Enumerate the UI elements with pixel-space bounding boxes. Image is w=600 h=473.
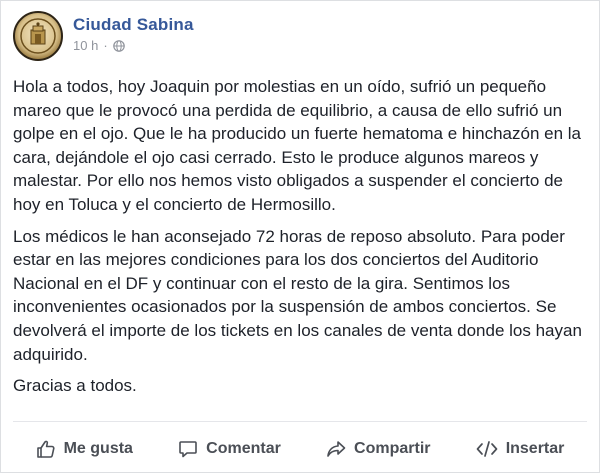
like-button[interactable]: Me gusta bbox=[28, 435, 141, 463]
post-paragraph-1: Hola a todos, hoy Joaquin por molestias … bbox=[13, 77, 582, 214]
share-button[interactable]: Compartir bbox=[318, 435, 438, 463]
facebook-post: Ciudad Sabina 10 h · Hola a todos, hoy J… bbox=[0, 0, 600, 473]
comment-button-label: Comentar bbox=[206, 440, 281, 457]
post-header: Ciudad Sabina 10 h · bbox=[13, 11, 194, 63]
post-paragraph-3: Gracias a todos. bbox=[13, 376, 137, 396]
share-arrow-icon bbox=[327, 441, 346, 457]
post-subline: 10 h · bbox=[73, 38, 194, 54]
post-actions: Me gusta Comentar Compartir Insertar bbox=[13, 429, 587, 469]
code-brackets-icon bbox=[476, 441, 498, 457]
crest-icon bbox=[20, 18, 56, 54]
comment-button[interactable]: Comentar bbox=[170, 435, 289, 463]
comment-bubble-icon bbox=[179, 441, 197, 458]
embed-button-label: Insertar bbox=[505, 440, 565, 457]
page-avatar[interactable] bbox=[13, 11, 63, 61]
post-body: Hola a todos, hoy Joaquin por molestias … bbox=[13, 75, 591, 398]
globe-icon[interactable] bbox=[112, 40, 125, 52]
share-button-label: Compartir bbox=[354, 440, 431, 457]
embed-button[interactable]: Insertar bbox=[468, 435, 573, 463]
meta-separator: · bbox=[103, 38, 108, 53]
post-timestamp[interactable]: 10 h bbox=[73, 38, 98, 54]
page-name[interactable]: Ciudad Sabina bbox=[73, 15, 194, 35]
post-paragraph-2: Los médicos le han aconsejado 72 horas d… bbox=[13, 226, 582, 364]
post-meta: Ciudad Sabina 10 h · bbox=[73, 11, 194, 54]
like-button-label: Me gusta bbox=[63, 440, 133, 457]
actions-divider bbox=[13, 421, 587, 422]
thumbs-up-icon bbox=[36, 440, 55, 458]
